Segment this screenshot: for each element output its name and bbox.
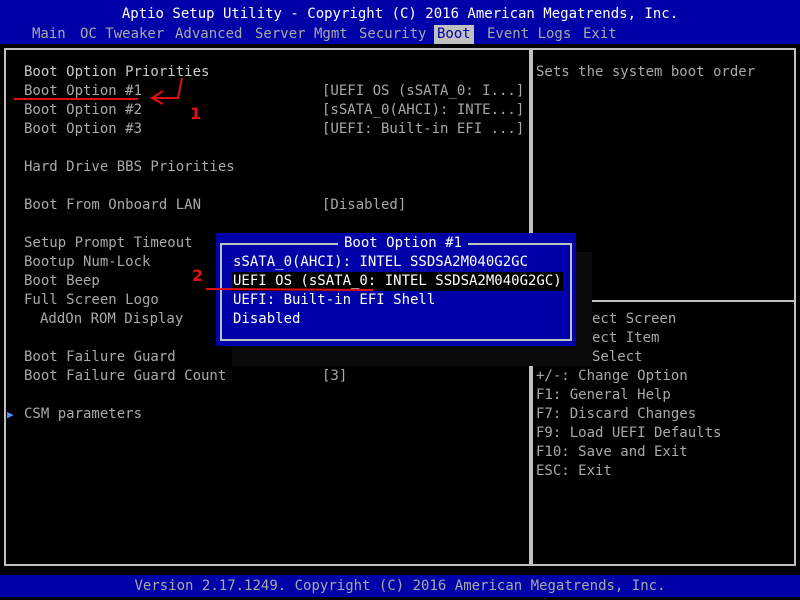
help-key-discard-changes: F7: Discard Changes (536, 406, 697, 422)
help-key-load-defaults: F9: Load UEFI Defaults (536, 425, 722, 441)
menu-bar: Main OC Tweaker Advanced Server Mgmt Sec… (0, 25, 800, 44)
help-key-select-item: ect Item (592, 330, 660, 346)
footer-bar: Version 2.17.1249. Copyright (C) 2016 Am… (0, 575, 800, 597)
help-key-select-screen: ect Screen (592, 311, 677, 327)
boot-option-2-label[interactable]: Boot Option #2 (24, 101, 142, 120)
boot-failure-guard-count-label[interactable]: Boot Failure Guard Count (24, 367, 226, 386)
boot-failure-guard-count-value[interactable]: [3] (322, 367, 347, 386)
boot-option-1-label[interactable]: Boot Option #1 (24, 82, 142, 101)
help-key-change-option: +/-: Change Option (536, 368, 688, 384)
popup-item-uefi-shell[interactable]: UEFI: Built-in EFI Shell (232, 291, 436, 310)
tab-exit[interactable]: Exit (580, 25, 620, 44)
footer-version: Version 2.17.1249. Copyright (C) 2016 Am… (134, 578, 666, 594)
popup-item-disabled[interactable]: Disabled (232, 310, 301, 329)
popup-title: Boot Option #1 (338, 234, 469, 253)
addon-rom-display-label[interactable]: AddOn ROM Display (40, 310, 183, 329)
tab-server-mgmt[interactable]: Server Mgmt (252, 25, 351, 44)
tab-boot[interactable]: Boot (434, 25, 474, 44)
tab-event-logs[interactable]: Event Logs (484, 25, 574, 44)
help-key-enter-select: Select (592, 349, 643, 365)
app-title: Aptio Setup Utility - Copyright (C) 2016… (121, 6, 679, 22)
boot-option-1-value[interactable]: [UEFI OS (sSATA_0: I...] (322, 82, 524, 101)
tab-oc-tweaker[interactable]: OC Tweaker (77, 25, 167, 44)
boot-from-onboard-lan-value[interactable]: [Disabled] (322, 196, 406, 215)
annotation-number-2: 2 (192, 266, 204, 285)
boot-failure-guard-label[interactable]: Boot Failure Guard (24, 348, 176, 367)
submenu-arrow-icon: ▶ (7, 408, 14, 421)
full-screen-logo-label[interactable]: Full Screen Logo (24, 291, 159, 310)
boot-option-2-value[interactable]: [sSATA_0(AHCI): INTE...] (322, 101, 524, 120)
bootup-num-lock-label[interactable]: Bootup Num-Lock (24, 253, 150, 272)
popup-item-uefi-os[interactable]: UEFI OS (sSATA_0: INTEL SSDSA2M040G2GC) (232, 272, 563, 291)
help-key-esc-exit: ESC: Exit (536, 463, 612, 479)
annotation-number-1: 1 (190, 104, 202, 123)
title-bar: Aptio Setup Utility - Copyright (C) 2016… (0, 0, 800, 25)
boot-from-onboard-lan-label[interactable]: Boot From Onboard LAN (24, 196, 201, 215)
setup-prompt-timeout-label[interactable]: Setup Prompt Timeout (24, 234, 193, 253)
help-key-save-exit: F10: Save and Exit (536, 444, 688, 460)
tab-security[interactable]: Security (356, 25, 429, 44)
help-description: Sets the system boot order (536, 64, 756, 80)
boot-beep-label[interactable]: Boot Beep (24, 272, 100, 291)
help-key-general-help: F1: General Help (536, 387, 671, 403)
csm-parameters-label[interactable]: CSM parameters (24, 405, 142, 424)
boot-option-3-value[interactable]: [UEFI: Built-in EFI ...] (322, 120, 524, 139)
popup-item-ssata-ahci[interactable]: sSATA_0(AHCI): INTEL SSDSA2M040G2GC (232, 253, 529, 272)
section-title: Boot Option Priorities (24, 64, 210, 80)
tab-advanced[interactable]: Advanced (172, 25, 245, 44)
boot-option-3-label[interactable]: Boot Option #3 (24, 120, 142, 139)
tab-main[interactable]: Main (29, 25, 69, 44)
hard-drive-bbs-priorities[interactable]: Hard Drive BBS Priorities (24, 158, 235, 177)
